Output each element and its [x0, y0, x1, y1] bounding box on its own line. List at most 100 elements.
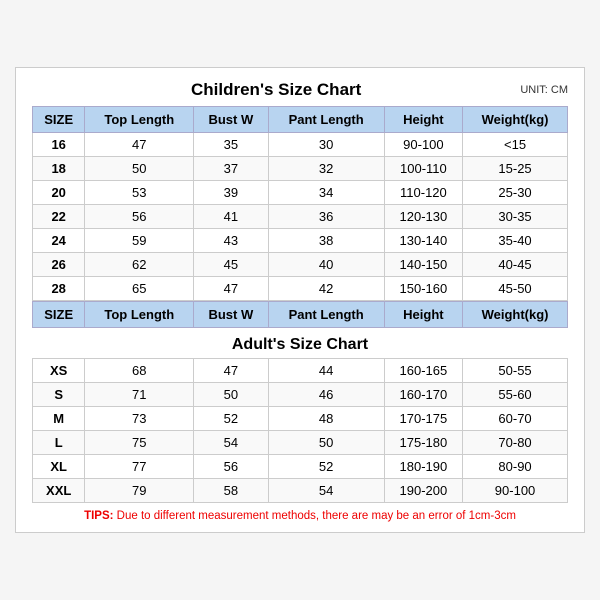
table-cell: XXL	[33, 479, 85, 503]
table-cell: 26	[33, 253, 85, 277]
table-cell: 45-50	[463, 277, 568, 301]
table-cell: 15-25	[463, 157, 568, 181]
table-cell: 60-70	[463, 407, 568, 431]
table-row: 18503732100-11015-25	[33, 157, 568, 181]
table-cell: L	[33, 431, 85, 455]
table-cell: XS	[33, 359, 85, 383]
table-cell: 52	[194, 407, 268, 431]
table-cell: 16	[33, 133, 85, 157]
table-row: 20533934110-12025-30	[33, 181, 568, 205]
table-cell: 160-170	[384, 383, 462, 407]
table-cell: 36	[268, 205, 384, 229]
adult-col-header: Bust W	[194, 302, 268, 328]
table-cell: 140-150	[384, 253, 462, 277]
table-cell: 41	[194, 205, 268, 229]
table-cell: 90-100	[463, 479, 568, 503]
table-cell: 55-60	[463, 383, 568, 407]
table-cell: XL	[33, 455, 85, 479]
table-cell: 42	[268, 277, 384, 301]
table-cell: 90-100	[384, 133, 462, 157]
table-cell: 28	[33, 277, 85, 301]
unit-label: UNIT: CM	[520, 84, 568, 96]
tips-text: Due to different measurement methods, th…	[113, 510, 515, 522]
table-row: 24594338130-14035-40	[33, 229, 568, 253]
table-cell: 47	[194, 359, 268, 383]
table-cell: 18	[33, 157, 85, 181]
table-cell: 40-45	[463, 253, 568, 277]
table-cell: 48	[268, 407, 384, 431]
table-cell: 68	[85, 359, 194, 383]
table-cell: 40	[268, 253, 384, 277]
children-col-header: Bust W	[194, 107, 268, 133]
table-cell: 120-130	[384, 205, 462, 229]
adult-col-header: Top Length	[85, 302, 194, 328]
table-cell: 30	[268, 133, 384, 157]
adult-col-header: Weight(kg)	[463, 302, 568, 328]
children-header-row: SIZETop LengthBust WPant LengthHeightWei…	[33, 107, 568, 133]
table-cell: 190-200	[384, 479, 462, 503]
table-cell: 56	[85, 205, 194, 229]
table-cell: 43	[194, 229, 268, 253]
table-cell: 110-120	[384, 181, 462, 205]
table-row: XL775652180-19080-90	[33, 455, 568, 479]
table-cell: <15	[463, 133, 568, 157]
table-cell: 130-140	[384, 229, 462, 253]
table-row: 1647353090-100<15	[33, 133, 568, 157]
title-row: Children's Size Chart UNIT: CM	[32, 80, 568, 100]
table-cell: 56	[194, 455, 268, 479]
table-cell: 79	[85, 479, 194, 503]
table-cell: 24	[33, 229, 85, 253]
table-cell: 53	[85, 181, 194, 205]
table-cell: 62	[85, 253, 194, 277]
table-row: L755450175-18070-80	[33, 431, 568, 455]
table-row: XS684744160-16550-55	[33, 359, 568, 383]
table-cell: 20	[33, 181, 85, 205]
table-cell: 71	[85, 383, 194, 407]
table-cell: 30-35	[463, 205, 568, 229]
table-cell: 22	[33, 205, 85, 229]
table-cell: 58	[194, 479, 268, 503]
table-cell: 50	[268, 431, 384, 455]
table-cell: 70-80	[463, 431, 568, 455]
adult-col-header: Height	[384, 302, 462, 328]
table-cell: 45	[194, 253, 268, 277]
adult-header-row: SIZETop LengthBust WPant LengthHeightWei…	[33, 302, 568, 328]
table-cell: 39	[194, 181, 268, 205]
table-row: XXL795854190-20090-100	[33, 479, 568, 503]
table-cell: M	[33, 407, 85, 431]
children-col-header: Top Length	[85, 107, 194, 133]
table-cell: 150-160	[384, 277, 462, 301]
table-cell: 35-40	[463, 229, 568, 253]
table-row: 22564136120-13030-35	[33, 205, 568, 229]
table-cell: 47	[85, 133, 194, 157]
table-cell: 54	[268, 479, 384, 503]
table-cell: 73	[85, 407, 194, 431]
table-cell: 80-90	[463, 455, 568, 479]
table-cell: 50	[194, 383, 268, 407]
table-cell: 65	[85, 277, 194, 301]
table-cell: 35	[194, 133, 268, 157]
table-cell: 44	[268, 359, 384, 383]
table-cell: 170-175	[384, 407, 462, 431]
children-col-header: SIZE	[33, 107, 85, 133]
table-cell: 54	[194, 431, 268, 455]
table-cell: 37	[194, 157, 268, 181]
table-cell: 77	[85, 455, 194, 479]
table-cell: 59	[85, 229, 194, 253]
table-row: 26624540140-15040-45	[33, 253, 568, 277]
table-cell: 50	[85, 157, 194, 181]
adult-size-table: Adult's Size Chart SIZETop LengthBust WP…	[32, 301, 568, 503]
table-cell: 100-110	[384, 157, 462, 181]
tips-label: TIPS:	[84, 510, 113, 522]
adult-section-header: Adult's Size Chart	[33, 328, 568, 359]
table-cell: 160-165	[384, 359, 462, 383]
main-title: Children's Size Chart	[32, 80, 520, 100]
table-cell: 47	[194, 277, 268, 301]
children-col-header: Pant Length	[268, 107, 384, 133]
table-row: M735248170-17560-70	[33, 407, 568, 431]
adult-table-body: XS684744160-16550-55S715046160-17055-60M…	[33, 359, 568, 503]
table-cell: 34	[268, 181, 384, 205]
table-cell: 38	[268, 229, 384, 253]
table-cell: 46	[268, 383, 384, 407]
tips-row: TIPS: Due to different measurement metho…	[32, 510, 568, 522]
